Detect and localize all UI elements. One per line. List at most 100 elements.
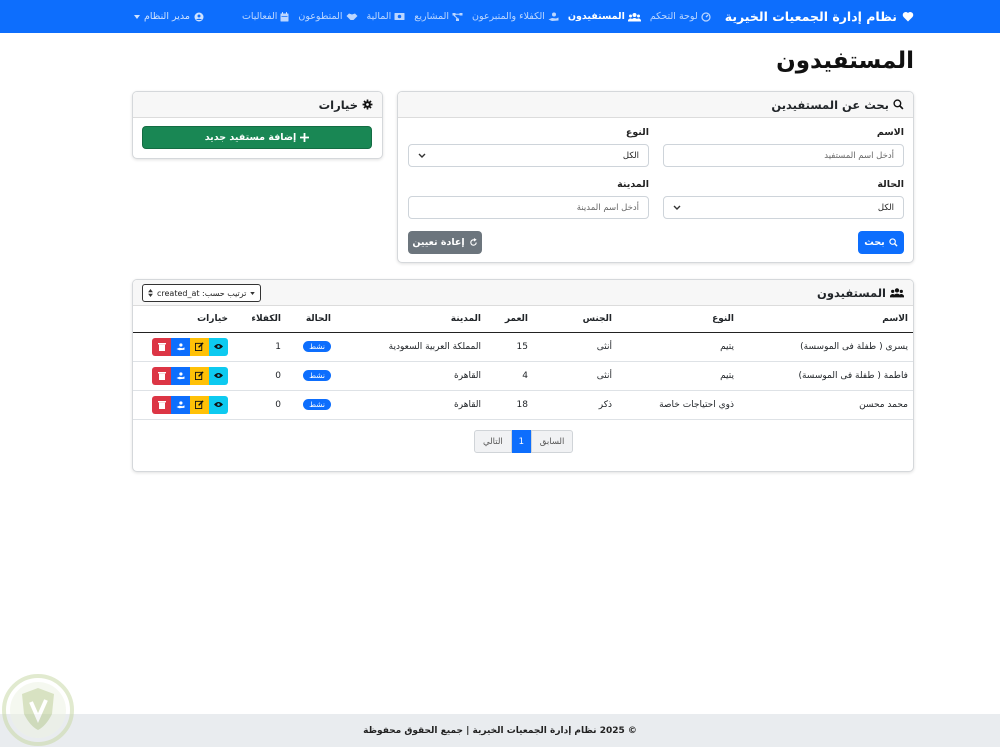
nav-item-events[interactable]: الفعاليات xyxy=(242,11,289,22)
column-header-city: المدينة xyxy=(335,306,485,333)
search-button[interactable]: بحث xyxy=(858,231,904,254)
cell-city: القاهرة xyxy=(335,361,485,391)
row-actions xyxy=(152,395,228,414)
nav-item-sponsors[interactable]: الكفلاء والمتبرعون xyxy=(472,11,559,22)
cell-gender: أنثى xyxy=(532,361,616,391)
search-card-header: بحث عن المستفيدين xyxy=(398,92,913,118)
type-select-value: الكل xyxy=(622,150,639,161)
cell-type: يتيم xyxy=(616,332,738,362)
row-actions xyxy=(152,337,228,356)
type-label: النوع xyxy=(625,127,649,138)
users-icon xyxy=(890,287,904,298)
chevron-down-icon xyxy=(418,153,426,158)
chevron-down-icon xyxy=(673,205,681,210)
table-row: فاطمة ( طفلة فى الموسسة) يتيم أنثى 4 الق… xyxy=(133,361,913,391)
assign-sponsor-button[interactable] xyxy=(171,366,190,385)
cell-gender: ذكر xyxy=(532,390,616,420)
pagination-current-page[interactable]: 1 xyxy=(511,430,531,453)
status-badge: نشط xyxy=(303,341,331,352)
calendar-icon xyxy=(280,11,289,22)
beneficiaries-list-card: المستفيدون ترتيب حسب: created_at الاسم ا… xyxy=(132,279,914,472)
edit-button[interactable] xyxy=(190,395,209,414)
view-button[interactable] xyxy=(209,337,228,356)
nav-label: المتطوعون xyxy=(298,11,343,22)
delete-button[interactable] xyxy=(152,395,171,414)
cell-city: القاهرة xyxy=(335,390,485,420)
cell-status: نشط xyxy=(285,361,335,391)
reset-button[interactable]: إعادة تعيين xyxy=(408,231,482,254)
cell-name: محمد محسن xyxy=(738,390,913,420)
cell-actions xyxy=(133,390,232,420)
pagination-prev[interactable]: السابق xyxy=(530,430,574,453)
column-header-status: الحالة xyxy=(285,306,335,333)
edit-button[interactable] xyxy=(190,337,209,356)
status-badge: نشط xyxy=(303,399,331,410)
column-header-type: النوع xyxy=(616,306,738,333)
city-input[interactable]: أدخل اسم المدينة xyxy=(408,196,649,219)
hand-holding-icon xyxy=(176,400,185,408)
row-actions xyxy=(152,366,228,385)
delete-button[interactable] xyxy=(152,366,171,385)
search-card-title: بحث عن المستفيدين xyxy=(771,97,889,112)
view-button[interactable] xyxy=(209,366,228,385)
gear-icon xyxy=(362,99,373,110)
trash-icon xyxy=(157,401,166,409)
sort-icon xyxy=(148,289,153,297)
cell-gender: أنثى xyxy=(532,332,616,362)
brand-label: نظام إدارة الجمعيات الخيرية xyxy=(724,9,897,24)
cell-sponsors: 0 xyxy=(232,361,285,391)
nav-label: لوحة التحكم xyxy=(649,11,698,22)
nav-item-finance[interactable]: المالية xyxy=(367,11,406,22)
edit-icon xyxy=(195,371,204,380)
view-button[interactable] xyxy=(209,395,228,414)
pagination-next[interactable]: التالي xyxy=(474,430,512,453)
cell-actions xyxy=(133,332,232,362)
dashboard-icon xyxy=(701,11,711,22)
table-row: محمد محسن ذوي احتياجات خاصة ذكر 18 القاه… xyxy=(133,390,913,420)
watermark-logo xyxy=(0,672,78,747)
search-form: الاسم أدخل اسم المستفيد النوع الكل الحال… xyxy=(398,118,913,262)
cell-status: نشط xyxy=(285,332,335,362)
nav-links: لوحة التحكم المستفيدون الكفلاء والمتبرعو… xyxy=(242,11,711,22)
status-select[interactable]: الكل xyxy=(663,196,904,219)
column-header-age: العمر xyxy=(485,306,532,333)
options-card-header: خيارات xyxy=(133,92,382,118)
options-card-title: خيارات xyxy=(318,97,358,112)
delete-button[interactable] xyxy=(152,337,171,356)
nav-item-volunteers[interactable]: المتطوعون xyxy=(298,11,358,22)
nav-label: المشاريع xyxy=(414,11,449,22)
column-header-gender: الجنس xyxy=(532,306,616,333)
name-input[interactable]: أدخل اسم المستفيد xyxy=(663,144,904,167)
edit-button[interactable] xyxy=(190,366,209,385)
options-card: خيارات إضافة مستفيد جديد xyxy=(132,91,383,159)
hand-holding-icon xyxy=(176,371,185,379)
search-card: بحث عن المستفيدين الاسم أدخل اسم المستفي… xyxy=(397,91,914,263)
hand-holding-icon xyxy=(176,342,185,350)
assign-sponsor-button[interactable] xyxy=(171,337,190,356)
assign-sponsor-button[interactable] xyxy=(171,395,190,414)
nav-item-dashboard[interactable]: لوحة التحكم xyxy=(650,11,711,22)
search-icon xyxy=(893,99,904,110)
edit-icon xyxy=(195,400,204,409)
caret-down-icon xyxy=(250,291,256,295)
project-diagram-icon xyxy=(452,12,463,22)
eye-icon xyxy=(214,402,223,407)
column-header-sponsors: الكفلاء xyxy=(232,306,285,333)
column-header-name: الاسم xyxy=(738,306,913,333)
name-label: الاسم xyxy=(876,127,904,138)
sort-dropdown[interactable]: ترتيب حسب: created_at xyxy=(142,284,262,302)
page-title: المستفيدون xyxy=(776,48,914,74)
add-beneficiary-button[interactable]: إضافة مستفيد جديد xyxy=(142,126,372,149)
table-header-row: الاسم النوع الجنس العمر المدينة الحالة ا… xyxy=(133,306,913,333)
city-label: المدينة xyxy=(617,179,649,190)
navbar-brand[interactable]: نظام إدارة الجمعيات الخيرية xyxy=(725,9,914,24)
cell-name: يسرى ( طفلة فى الموسسة) xyxy=(738,332,913,362)
users-icon xyxy=(627,12,641,22)
user-menu[interactable]: مدير النظام xyxy=(134,11,204,22)
heart-icon xyxy=(902,11,914,22)
handshake-icon xyxy=(346,12,358,21)
nav-item-beneficiaries[interactable]: المستفيدون xyxy=(568,11,641,22)
type-select[interactable]: الكل xyxy=(408,144,649,167)
table-row: يسرى ( طفلة فى الموسسة) يتيم أنثى 15 الم… xyxy=(133,332,913,362)
nav-item-projects[interactable]: المشاريع xyxy=(414,11,463,22)
